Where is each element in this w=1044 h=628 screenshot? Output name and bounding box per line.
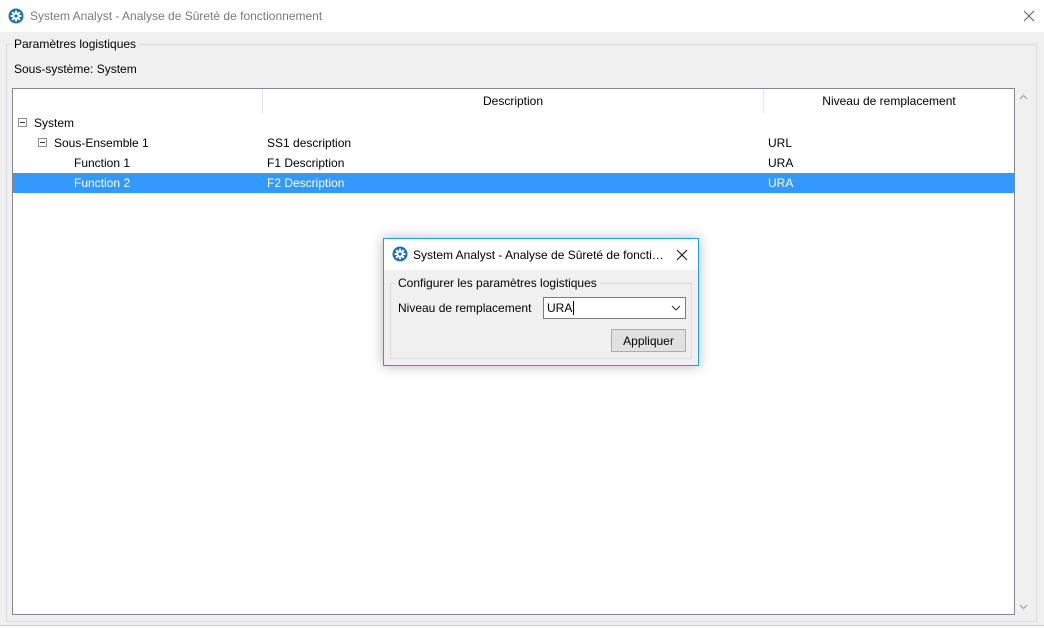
dialog-title: System Analyst - Analyse de Sûreté de fo…: [413, 248, 668, 262]
scroll-down-button[interactable]: [1015, 598, 1032, 615]
close-icon: [676, 249, 688, 260]
collapse-toggle-icon[interactable]: [38, 138, 47, 147]
row-description: SS1 description: [267, 136, 352, 150]
tree-row-sous-ensemble-1[interactable]: Sous-Ensemble 1 SS1 description URL: [13, 133, 1014, 153]
row-name: Sous-Ensemble 1: [54, 136, 149, 150]
dialog-group-legend: Configurer les paramètres logistiques: [395, 276, 600, 290]
row-name: Function 1: [74, 156, 131, 170]
row-description: F1 Description: [267, 156, 345, 170]
chevron-up-icon: [1019, 94, 1028, 99]
tree-row-function-2[interactable]: Function 2 F2 Description URA: [13, 173, 1014, 193]
close-button[interactable]: [1014, 0, 1044, 32]
chevron-down-icon[interactable]: [667, 298, 685, 318]
configure-dialog: System Analyst - Analyse de Sûreté de fo…: [383, 238, 699, 366]
row-name: System: [34, 116, 75, 130]
apply-button[interactable]: Appliquer: [611, 329, 686, 352]
row-name: Function 2: [74, 176, 131, 190]
close-icon: [1023, 10, 1035, 22]
column-header-name[interactable]: [13, 89, 263, 113]
row-description: F2 Description: [267, 176, 345, 190]
column-header-description[interactable]: Description: [263, 89, 764, 113]
replacement-level-label: Niveau de remplacement: [398, 301, 532, 315]
dialog-close-button[interactable]: [668, 241, 696, 268]
chevron-down-icon: [1019, 604, 1028, 609]
vertical-scrollbar[interactable]: [1015, 88, 1032, 615]
row-level: URA: [768, 156, 794, 170]
combo-value: URA: [547, 301, 575, 315]
dialog-title-bar: System Analyst - Analyse de Sûreté de fo…: [384, 239, 698, 270]
row-level: URA: [768, 176, 794, 190]
column-header-level[interactable]: Niveau de remplacement: [764, 89, 1014, 113]
collapse-toggle-icon[interactable]: [18, 118, 27, 127]
group-legend: Paramètres logistiques: [11, 37, 140, 51]
row-level: URL: [768, 136, 793, 150]
subsystem-label: Sous-système: System: [14, 62, 137, 76]
gear-icon: [8, 8, 24, 24]
window-title: System Analyst - Analyse de Sûreté de fo…: [30, 9, 323, 23]
tree-row-function-1[interactable]: Function 1 F1 Description URA: [13, 153, 1014, 173]
gear-icon: [392, 246, 408, 262]
title-bar: System Analyst - Analyse de Sûreté de fo…: [0, 0, 1044, 32]
scroll-up-button[interactable]: [1015, 88, 1032, 105]
tree-row-system[interactable]: System: [13, 113, 1014, 133]
replacement-level-combobox[interactable]: URA: [543, 297, 686, 319]
